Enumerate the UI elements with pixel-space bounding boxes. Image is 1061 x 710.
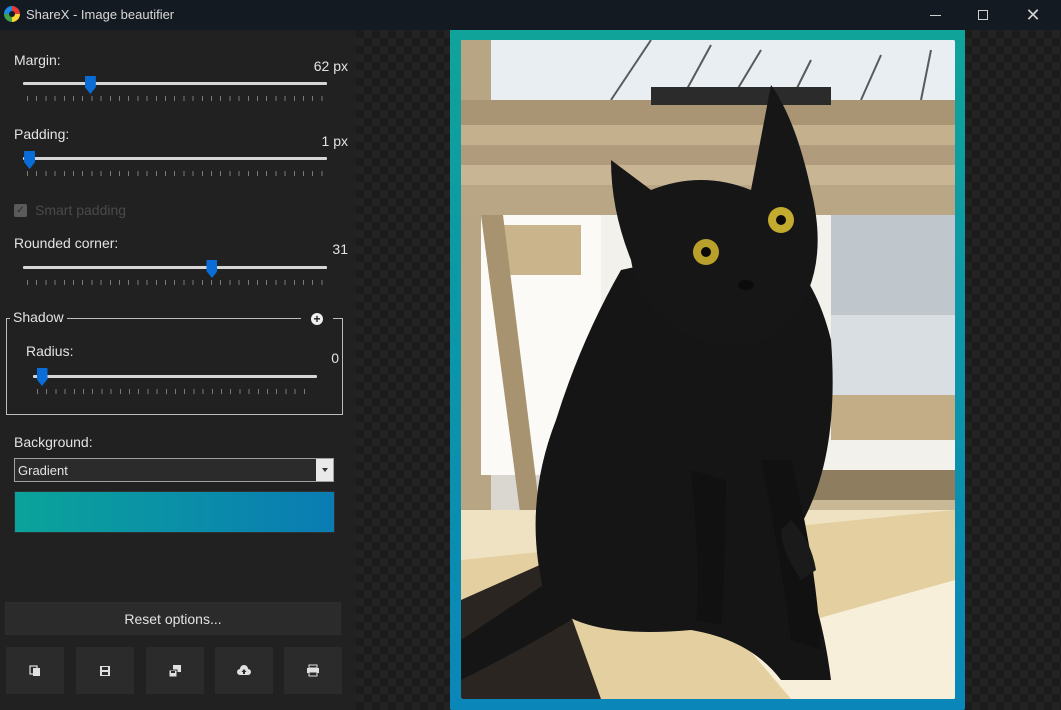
margin-label: Margin: xyxy=(14,52,61,68)
checkmark-icon: ✓ xyxy=(16,205,25,216)
options-panel: Margin: 62 px Padding: 1 px ✓ Smart padd… xyxy=(0,30,356,710)
save-button[interactable] xyxy=(76,647,134,694)
margin-value: 62 px xyxy=(313,58,348,74)
shadow-radius-slider-track xyxy=(33,375,317,378)
smart-padding-label: Smart padding xyxy=(35,202,127,218)
shadow-toggle-button[interactable]: + xyxy=(301,310,333,328)
save-as-icon xyxy=(168,664,181,677)
rounded-corner-slider-thumb[interactable] xyxy=(206,260,218,278)
padding-slider-track xyxy=(23,157,327,160)
padding-slider-thumb[interactable] xyxy=(24,151,36,169)
shadow-group-title: Shadow xyxy=(10,309,67,325)
margin-slider-thumb[interactable] xyxy=(84,76,96,94)
background-label: Background: xyxy=(14,434,93,450)
upload-button[interactable] xyxy=(215,647,273,694)
print-button[interactable] xyxy=(284,647,342,694)
copy-button[interactable] xyxy=(6,647,64,694)
shadow-radius-value: 0 xyxy=(331,350,339,366)
cat-photo xyxy=(461,40,955,699)
maximize-icon xyxy=(978,10,988,20)
background-type-select[interactable]: Gradient xyxy=(14,458,334,482)
close-button[interactable]: ✕ xyxy=(1010,0,1056,30)
save-icon xyxy=(100,665,110,676)
close-icon: ✕ xyxy=(1025,5,1041,25)
window-title: ShareX - Image beautifier xyxy=(26,7,175,22)
rounded-corner-slider-track xyxy=(23,266,327,269)
rounded-corner-value: 31 xyxy=(332,241,348,257)
plus-circle-icon: + xyxy=(311,313,323,325)
padding-slider-ticks xyxy=(27,171,323,176)
smart-padding-checkbox[interactable]: ✓ xyxy=(14,204,27,217)
shadow-radius-label: Radius: xyxy=(26,343,74,359)
padding-label: Padding: xyxy=(14,126,70,142)
chevron-down-icon[interactable] xyxy=(316,459,333,481)
minimize-icon xyxy=(929,14,941,16)
print-icon xyxy=(307,664,319,677)
sharex-logo-icon xyxy=(4,6,20,22)
upload-icon xyxy=(237,664,251,675)
background-type-value: Gradient xyxy=(18,463,68,478)
rounded-corner-label: Rounded corner: xyxy=(14,235,119,251)
margin-slider-track xyxy=(23,82,327,85)
reset-options-button[interactable]: Reset options... xyxy=(5,602,341,635)
minimize-button[interactable] xyxy=(912,0,958,30)
preview-image xyxy=(461,40,955,699)
maximize-button[interactable] xyxy=(960,0,1006,30)
copy-icon xyxy=(29,664,40,676)
shadow-group xyxy=(6,318,343,415)
save-as-button[interactable] xyxy=(146,647,204,694)
padding-value: 1 px xyxy=(321,133,348,149)
title-bar: ShareX - Image beautifier ✕ xyxy=(0,0,1061,30)
rounded-corner-slider-ticks xyxy=(27,280,323,285)
gradient-color-swatch[interactable] xyxy=(14,491,335,533)
shadow-radius-slider-ticks xyxy=(37,389,313,394)
margin-slider-ticks xyxy=(27,96,323,101)
